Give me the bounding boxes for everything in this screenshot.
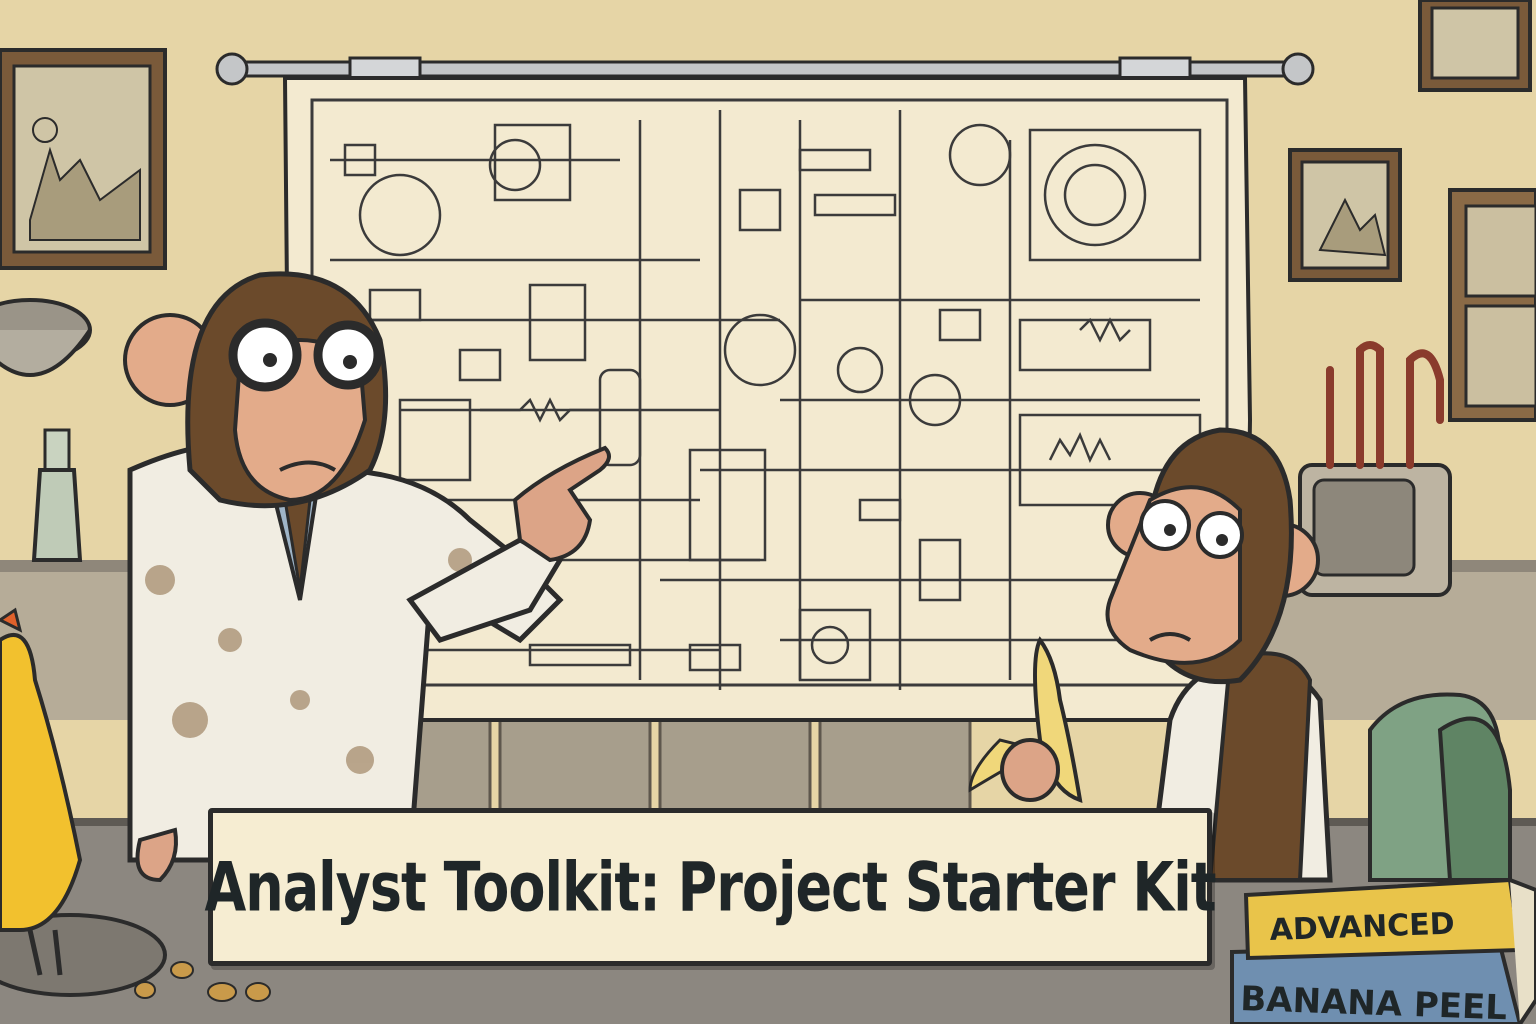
- green-chair: [1368, 692, 1512, 882]
- books: ADVANCED BANANA PEEL: [1230, 877, 1536, 1024]
- banner-title: Analyst Toolkit: Project Starter Kit: [204, 847, 1217, 927]
- illustration-scene: ADVANCED BANANA PEEL Analyst Toolkit: Pr…: [0, 0, 1536, 1024]
- wall-cabinet: [1448, 188, 1536, 422]
- book-top-label: ADVANCED: [1269, 907, 1455, 948]
- framed-picture-left: [0, 48, 167, 270]
- title-banner: Analyst Toolkit: Project Starter Kit: [205, 808, 1217, 966]
